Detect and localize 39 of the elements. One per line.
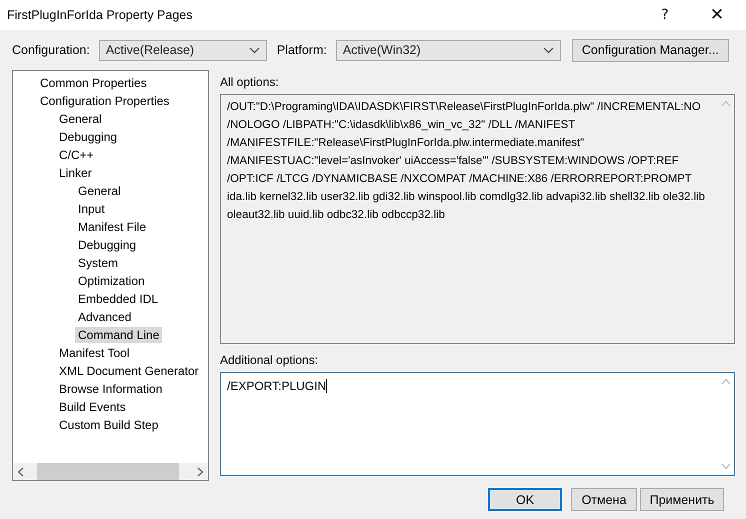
- tree-item[interactable]: Custom Build Step: [56, 417, 162, 433]
- scrollbar[interactable]: [13, 463, 208, 480]
- tree-item[interactable]: Debugging: [56, 129, 120, 145]
- field-label: Configuration:: [12, 43, 90, 57]
- tree-item[interactable]: Input: [75, 201, 108, 217]
- tree-item[interactable]: Manifest Tool: [56, 345, 132, 361]
- dropdown[interactable]: Active(Win32): [336, 40, 561, 60]
- tree-item[interactable]: Command Line: [75, 327, 162, 343]
- configuration-manager-button[interactable]: Configuration Manager...: [572, 38, 729, 62]
- tree-item[interactable]: System: [75, 255, 122, 271]
- field-label: Platform:: [276, 43, 327, 57]
- tree-item[interactable]: Advanced: [75, 309, 134, 325]
- tree-item[interactable]: C/C++: [56, 147, 97, 163]
- additional-options-field[interactable]: /EXPORT:PLUGIN: [220, 372, 735, 476]
- window-title: FirstPlugInForIda Property Pages: [7, 8, 192, 22]
- scroll-thumb[interactable]: [37, 463, 179, 480]
- help-button[interactable]: ?: [642, 0, 688, 30]
- section-label: All options:: [220, 75, 280, 89]
- section-label: Additional options:: [220, 353, 320, 367]
- tree-item[interactable]: Optimization: [75, 273, 148, 289]
- caret-icon: [248, 46, 260, 54]
- dropdown[interactable]: Active(Release): [98, 40, 267, 60]
- dialog-button[interactable]: Отмена: [571, 488, 637, 511]
- caret-icon: [542, 46, 554, 54]
- dialog-button[interactable]: OK: [488, 488, 562, 511]
- tree-item[interactable]: Common Properties: [37, 75, 150, 91]
- tree-item[interactable]: XML Document Generator: [56, 363, 202, 379]
- tree-item[interactable]: Build Events: [56, 399, 129, 415]
- tree-item[interactable]: Configuration Properties: [37, 93, 172, 109]
- options-text: /OUT:"D:\Programing\IDA\IDASDK\FIRST\Release\FirstPlugInForIda.plw" /INCREMENTAL:NO /NOLOGO /LIBPATH:"C:\idasdk\lib\x86_win_vc_32" /DLL /MANIFEST /MANIFESTFILE:"Release\FirstPlugInForIda.plw.intermediate.manifest" /MANIFESTUAC:"level='asInvoker' uiAccess='false'" /SUBSYSTEM:WINDOWS /OPT:REF /OPT:ICF /LTCG /DYNAMICBASE /NXCOMPAT /MACHINE:X86 /ERRORREPORT:PROMPT ida.lib kernel32.lib user32.lib gdi32.lib winspool.lib comdlg32.lib advapi32.lib shell32.lib ole32.lib oleaut32.lib uuid.lib odbc32.lib odbccp32.lib: [226, 100, 706, 223]
- tree-item[interactable]: Browse Information: [56, 381, 166, 397]
- tree-item[interactable]: Linker: [56, 165, 95, 181]
- tree-item[interactable]: General: [56, 111, 105, 127]
- tree-item[interactable]: General: [75, 183, 124, 199]
- dialog-button[interactable]: Применить: [640, 488, 724, 511]
- tree-item[interactable]: Embedded IDL: [75, 291, 162, 307]
- tree-item[interactable]: Debugging: [75, 237, 140, 253]
- tree-item[interactable]: Manifest File: [75, 219, 150, 235]
- close-button[interactable]: ✕: [688, 0, 746, 30]
